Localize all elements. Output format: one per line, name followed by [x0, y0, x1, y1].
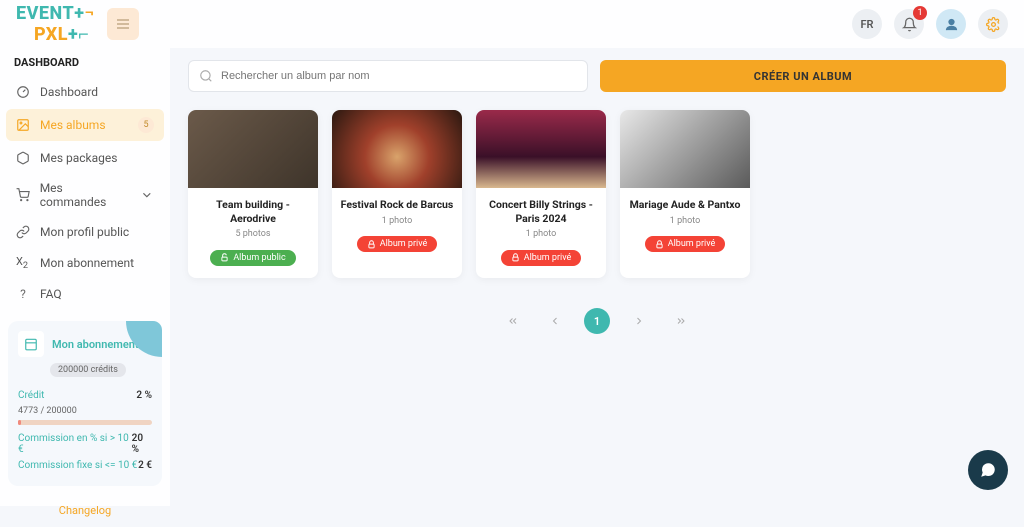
package-icon: [16, 151, 30, 165]
lock-icon: [367, 240, 376, 249]
album-title: Mariage Aude & Pantxo: [620, 188, 750, 216]
lock-icon: [511, 253, 520, 262]
cart-icon: [16, 188, 30, 202]
nav-dashboard[interactable]: Dashboard: [0, 77, 170, 107]
album-count: 5 photos: [188, 229, 318, 247]
settings-button[interactable]: [978, 9, 1008, 39]
unlock-icon: [220, 253, 229, 262]
commission-pct-val: 20 %: [132, 433, 152, 455]
album-thumbnail: [332, 110, 462, 188]
language-selector[interactable]: FR: [852, 9, 882, 39]
search-box[interactable]: [188, 60, 588, 92]
nav-profile[interactable]: Mon profil public: [0, 217, 170, 247]
album-badge-private: Album privé: [357, 236, 438, 252]
page-last[interactable]: [668, 308, 694, 334]
chat-fab[interactable]: [968, 450, 1008, 490]
chat-icon: [979, 461, 997, 479]
sidebar-title: DASHBOARD: [0, 48, 170, 77]
toolbar: CRÉER UN ALBUM: [188, 60, 1006, 92]
page-next[interactable]: [626, 308, 652, 334]
chevron-down-icon: [140, 188, 154, 202]
credit-usage: 4773 / 200000: [18, 406, 152, 416]
nav-albums[interactable]: Mes albums 5: [6, 109, 164, 141]
create-album-button[interactable]: CRÉER UN ALBUM: [600, 60, 1006, 92]
commission-pct-label: Commission en % si > 10 €: [18, 433, 132, 455]
album-thumbnail: [476, 110, 606, 188]
album-thumbnail: [188, 110, 318, 188]
gauge-icon: [16, 85, 30, 99]
topbar: EVENT+¬ PXL+⌐ FR 1: [0, 0, 1024, 48]
credits-pill: 200000 crédits: [50, 363, 126, 377]
page-number[interactable]: 1: [584, 308, 610, 334]
image-icon: [16, 118, 30, 132]
album-card[interactable]: Festival Rock de Barcus 1 photo Album pr…: [332, 110, 462, 278]
pagination: 1: [188, 308, 1006, 334]
nav-label: Mes albums: [40, 118, 106, 132]
question-icon: ?: [16, 287, 30, 301]
album-card[interactable]: Mariage Aude & Pantxo 1 photo Album priv…: [620, 110, 750, 278]
nav-faq[interactable]: ? FAQ: [0, 279, 170, 309]
menu-toggle[interactable]: [107, 8, 139, 40]
page-prev[interactable]: [542, 308, 568, 334]
album-title: Festival Rock de Barcus: [332, 188, 462, 216]
calendar-icon: [18, 331, 44, 357]
logo: EVENT+¬ PXL+⌐: [16, 3, 95, 45]
album-count: 1 photo: [620, 216, 750, 234]
page-first[interactable]: [500, 308, 526, 334]
subscription-card: Mon abonnement 200000 crédits Crédit 2 %…: [8, 321, 162, 486]
nav-subscription[interactable]: X2 Mon abonnement: [0, 247, 170, 279]
nav-orders[interactable]: Mes commandes: [0, 173, 170, 217]
album-title: Concert Billy Strings - Paris 2024: [476, 188, 606, 229]
link-icon: [16, 225, 30, 239]
sidebar: DASHBOARD Dashboard Mes albums 5 Mes pac…: [0, 48, 170, 506]
search-icon: [199, 69, 213, 83]
nav-badge: 5: [138, 117, 154, 133]
commission-fix-label: Commission fixe si <= 10 €: [18, 460, 137, 471]
album-badge-public: Album public: [210, 250, 295, 266]
album-card[interactable]: Team building - Aerodrive 5 photos Album…: [188, 110, 318, 278]
changelog-link[interactable]: Changelog: [0, 494, 170, 527]
album-card[interactable]: Concert Billy Strings - Paris 2024 1 pho…: [476, 110, 606, 278]
album-badge-private: Album privé: [645, 236, 726, 252]
album-count: 1 photo: [332, 216, 462, 234]
main-content: CRÉER UN ALBUM Team building - Aerodrive…: [170, 48, 1024, 506]
nav-label: Mon abonnement: [40, 256, 134, 270]
notifications-button[interactable]: 1: [894, 9, 924, 39]
profile-button[interactable]: [936, 9, 966, 39]
credit-pct: 2 %: [136, 390, 152, 401]
credit-label: Crédit: [18, 390, 44, 401]
credit-bar: [18, 420, 152, 425]
nav-label: Dashboard: [40, 85, 98, 99]
lock-icon: [655, 240, 664, 249]
nav-packages[interactable]: Mes packages: [0, 143, 170, 173]
nav-label: Mes commandes: [40, 181, 131, 209]
album-thumbnail: [620, 110, 750, 188]
subscript-icon: X2: [16, 255, 30, 271]
nav-label: FAQ: [40, 287, 62, 301]
album-badge-private: Album privé: [501, 250, 582, 266]
commission-fix-val: 2 €: [138, 460, 152, 471]
nav-label: Mon profil public: [40, 225, 129, 239]
album-title: Team building - Aerodrive: [188, 188, 318, 229]
album-grid: Team building - Aerodrive 5 photos Album…: [188, 110, 1006, 278]
subscription-title: Mon abonnement: [52, 338, 139, 351]
nav-label: Mes packages: [40, 151, 117, 165]
album-count: 1 photo: [476, 229, 606, 247]
notification-badge: 1: [913, 6, 927, 20]
search-input[interactable]: [213, 70, 577, 82]
